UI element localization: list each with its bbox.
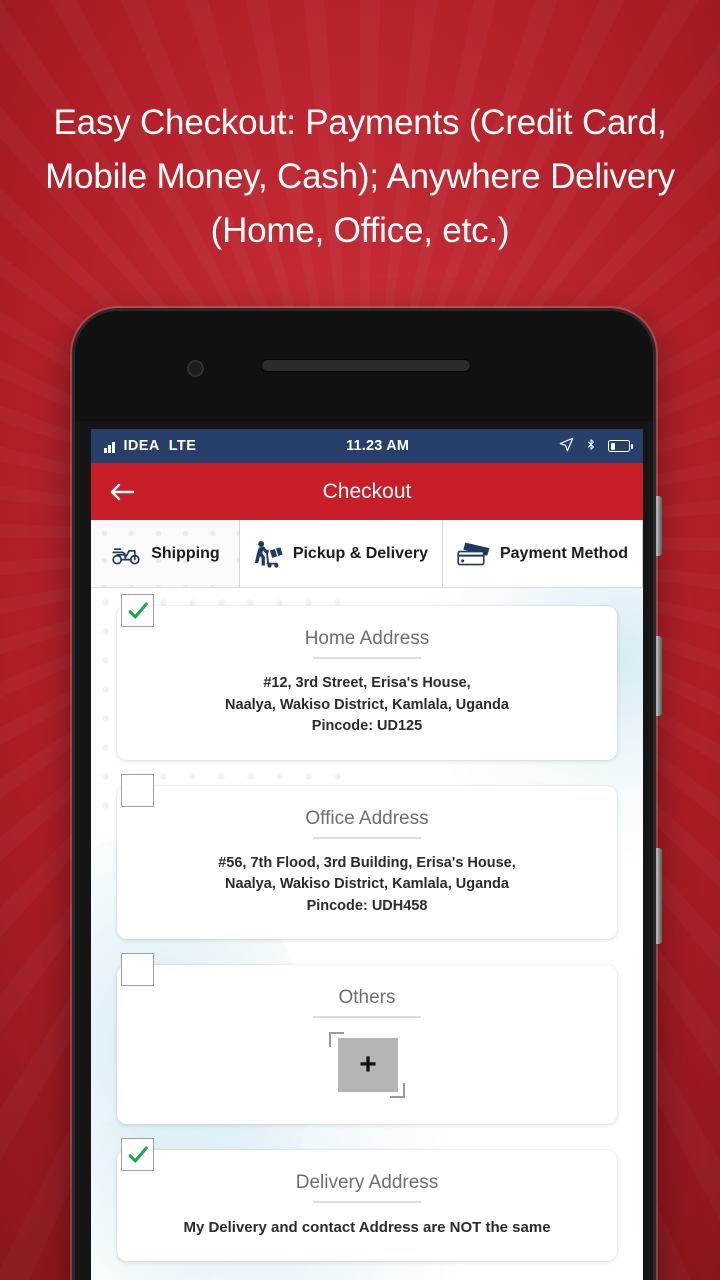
address-block-home: Home Address #12, 3rd Street, Erisa's Ho… bbox=[117, 594, 617, 760]
tab-shipping-label: Shipping bbox=[151, 544, 220, 562]
tab-shipping[interactable]: Shipping bbox=[91, 520, 240, 587]
network-label: LTE bbox=[168, 438, 197, 454]
back-arrow-icon[interactable] bbox=[107, 477, 137, 507]
checkout-tab-bar: Shipping Pickup & Delivery Payment Metho… bbox=[91, 520, 643, 588]
card-home-address[interactable]: Home Address #12, 3rd Street, Erisa's Ho… bbox=[117, 606, 617, 760]
status-bar-right bbox=[559, 437, 633, 456]
hand-truck-icon bbox=[254, 540, 284, 568]
checkbox-others-address[interactable] bbox=[121, 953, 154, 986]
app-bar: Checkout bbox=[91, 463, 643, 520]
address-block-others: Others + bbox=[117, 953, 617, 1124]
card-title: Delivery Address bbox=[295, 1172, 439, 1193]
card-title: Others bbox=[338, 987, 396, 1008]
card-office-address[interactable]: Office Address #56, 7th Flood, 3rd Build… bbox=[117, 785, 617, 939]
tab-pickup-delivery-label: Pickup & Delivery bbox=[292, 544, 428, 562]
address-line: #12, 3rd Street, Erisa's House, bbox=[263, 675, 471, 691]
status-bar-left: IDEA LTE bbox=[104, 438, 196, 454]
checkbox-office-address[interactable] bbox=[121, 773, 154, 807]
tab-payment-method[interactable]: Payment Method bbox=[443, 520, 643, 587]
tab-payment-method-label: Payment Method bbox=[499, 544, 628, 562]
phone-body: IDEA LTE 11.23 AM Checkout Shipping Pick… bbox=[72, 308, 656, 1280]
earpiece-speaker bbox=[261, 359, 471, 372]
location-arrow-icon bbox=[559, 437, 574, 456]
address-line: #56, 7th Flood, 3rd Building, Erisa's Ho… bbox=[218, 854, 516, 871]
address-card-list: Home Address #12, 3rd Street, Erisa's Ho… bbox=[91, 588, 643, 1261]
status-bar: IDEA LTE 11.23 AM bbox=[91, 429, 643, 463]
address-pincode: Pincode: UD125 bbox=[311, 718, 423, 734]
phone-top-bezel bbox=[75, 311, 653, 421]
card-delivery-address[interactable]: Delivery Address My Delivery and contact… bbox=[117, 1150, 617, 1261]
card-title: Home Address bbox=[304, 628, 430, 649]
status-bar-clock: 11.23 AM bbox=[346, 438, 410, 454]
note-emphasis: NOT bbox=[449, 1219, 482, 1236]
add-image-icon[interactable]: + bbox=[329, 1032, 405, 1098]
card-divider bbox=[313, 1016, 421, 1018]
address-block-delivery: Delivery Address My Delivery and contact… bbox=[117, 1138, 617, 1261]
card-title: Office Address bbox=[305, 807, 429, 829]
page-headline: Easy Checkout: Payments (Credit Card, Mo… bbox=[45, 103, 675, 250]
plus-icon: + bbox=[359, 1048, 377, 1081]
carrier-label: IDEA bbox=[123, 438, 160, 454]
add-image-box: + bbox=[338, 1038, 398, 1092]
note-prefix: My Delivery and contact Address are bbox=[183, 1219, 450, 1236]
phone-screen: IDEA LTE 11.23 AM Checkout Shipping Pick… bbox=[91, 429, 643, 1280]
address-line: Naalya, Wakiso District, Kamlala, Uganda bbox=[225, 876, 509, 892]
card-divider bbox=[313, 1201, 421, 1203]
credit-cards-icon bbox=[457, 541, 491, 567]
checkbox-delivery-address[interactable] bbox=[121, 1138, 154, 1171]
signal-bars-icon bbox=[104, 440, 115, 453]
page-title: Checkout bbox=[322, 479, 412, 503]
tab-pickup-delivery[interactable]: Pickup & Delivery bbox=[240, 520, 443, 587]
checkbox-home-address[interactable] bbox=[121, 594, 154, 627]
front-camera-icon bbox=[187, 360, 204, 377]
address-block-office: Office Address #56, 7th Flood, 3rd Build… bbox=[117, 773, 617, 939]
address-line: Naalya, Wakiso District, Kamlala, Uganda bbox=[225, 696, 509, 713]
delivery-address-note: My Delivery and contact Address are NOT … bbox=[135, 1217, 599, 1239]
checkout-content: Home Address #12, 3rd Street, Erisa's Ho… bbox=[91, 588, 643, 1280]
card-others-address[interactable]: Others + bbox=[117, 965, 617, 1124]
address-pincode: Pincode: UDH458 bbox=[306, 897, 428, 914]
battery-low-icon bbox=[608, 440, 633, 452]
card-divider bbox=[313, 657, 421, 659]
note-suffix: the same bbox=[481, 1219, 551, 1236]
scooter-icon bbox=[110, 542, 142, 566]
bluetooth-icon bbox=[585, 437, 597, 456]
card-divider bbox=[313, 836, 421, 839]
phone-mockup: IDEA LTE 11.23 AM Checkout Shipping Pick… bbox=[72, 308, 662, 1280]
